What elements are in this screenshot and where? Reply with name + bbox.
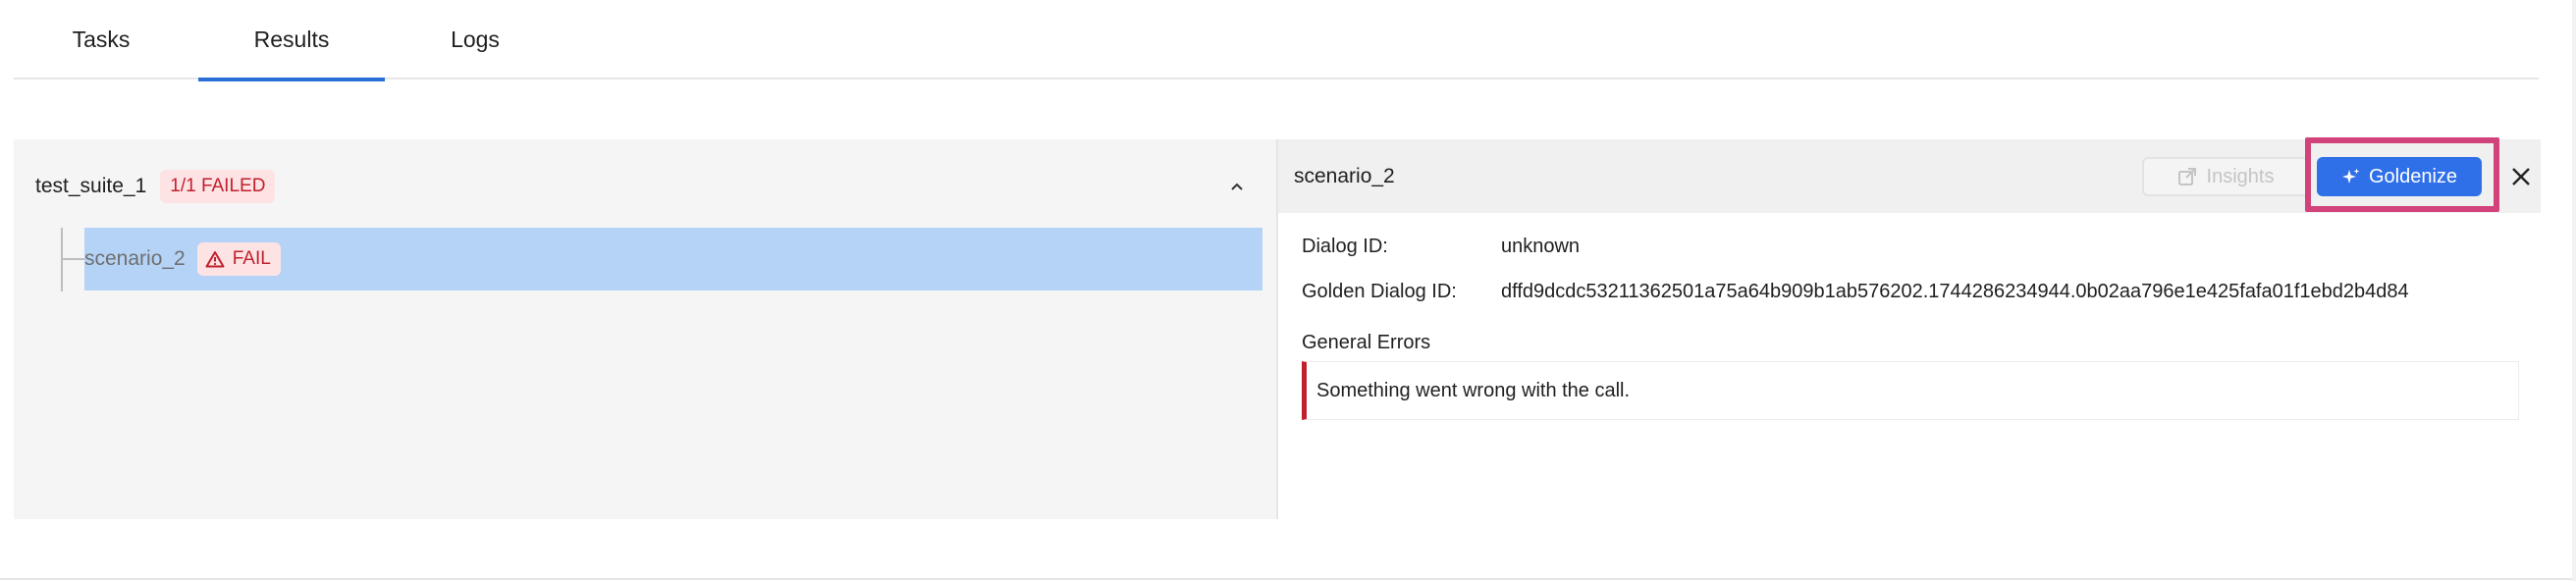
golden-dialog-id-row: Golden Dialog ID: dffd9dcdc53211362501a7…	[1302, 281, 2409, 303]
dialog-id-row: Dialog ID: unknown	[1302, 236, 1580, 258]
scenario-detail-panel: scenario_2 Insights Goldenize Dialog ID:…	[1276, 137, 2541, 519]
warning-triangle-icon	[205, 251, 225, 268]
tab-logs-label: Logs	[451, 26, 500, 52]
tab-tasks-label: Tasks	[72, 26, 131, 52]
tree-connector-branch	[63, 258, 84, 260]
scenario-row[interactable]: scenario_2 FAIL	[84, 228, 1262, 290]
close-icon	[2512, 168, 2530, 185]
sparkle-icon	[2341, 168, 2360, 184]
scenario-name: scenario_2	[84, 247, 186, 270]
tab-results-label: Results	[253, 26, 330, 52]
scenario-status-badge: FAIL	[196, 242, 281, 276]
error-message: Something went wrong with the call.	[1316, 379, 1631, 401]
tab-bar: Tasks Results Logs	[14, 0, 2539, 81]
collapse-button[interactable]	[1221, 171, 1253, 202]
golden-dialog-id-label: Golden Dialog ID:	[1302, 281, 1457, 302]
insights-label: Insights	[2206, 165, 2275, 187]
external-link-icon	[2177, 168, 2196, 185]
suite-name: test_suite_1	[35, 175, 147, 197]
close-button[interactable]	[2503, 159, 2539, 194]
error-item: Something went wrong with the call.	[1302, 361, 2519, 420]
detail-title: scenario_2	[1294, 164, 1395, 187]
general-errors-title: General Errors	[1302, 332, 1431, 353]
results-page: Tasks Results Logs test_suite_1 1/1 FAIL…	[0, 0, 2576, 581]
golden-dialog-id-value: dffd9dcdc53211362501a75a64b909b1ab576202…	[1501, 281, 2409, 302]
scrollbar-track[interactable]	[2572, 0, 2576, 581]
suite-status-badge: 1/1 FAILED	[160, 170, 276, 203]
suite-row[interactable]: test_suite_1 1/1 FAILED	[35, 167, 1253, 206]
tab-results[interactable]: Results	[198, 0, 385, 81]
goldenize-label: Goldenize	[2368, 165, 2458, 187]
scenario-status-text: FAIL	[232, 248, 271, 269]
goldenize-button[interactable]: Goldenize	[2317, 157, 2482, 196]
insights-button[interactable]: Insights	[2142, 157, 2309, 196]
detail-header: scenario_2 Insights Goldenize	[1278, 137, 2541, 213]
dialog-id-value: unknown	[1501, 236, 1581, 257]
dialog-id-label: Dialog ID:	[1302, 236, 1388, 257]
suite-tree-panel: test_suite_1 1/1 FAILED scenario_2 FAIL	[14, 139, 1276, 519]
chevron-up-icon	[1231, 183, 1243, 190]
bottom-divider	[0, 578, 2576, 580]
tab-logs[interactable]: Logs	[426, 0, 524, 79]
tab-tasks[interactable]: Tasks	[51, 0, 151, 79]
